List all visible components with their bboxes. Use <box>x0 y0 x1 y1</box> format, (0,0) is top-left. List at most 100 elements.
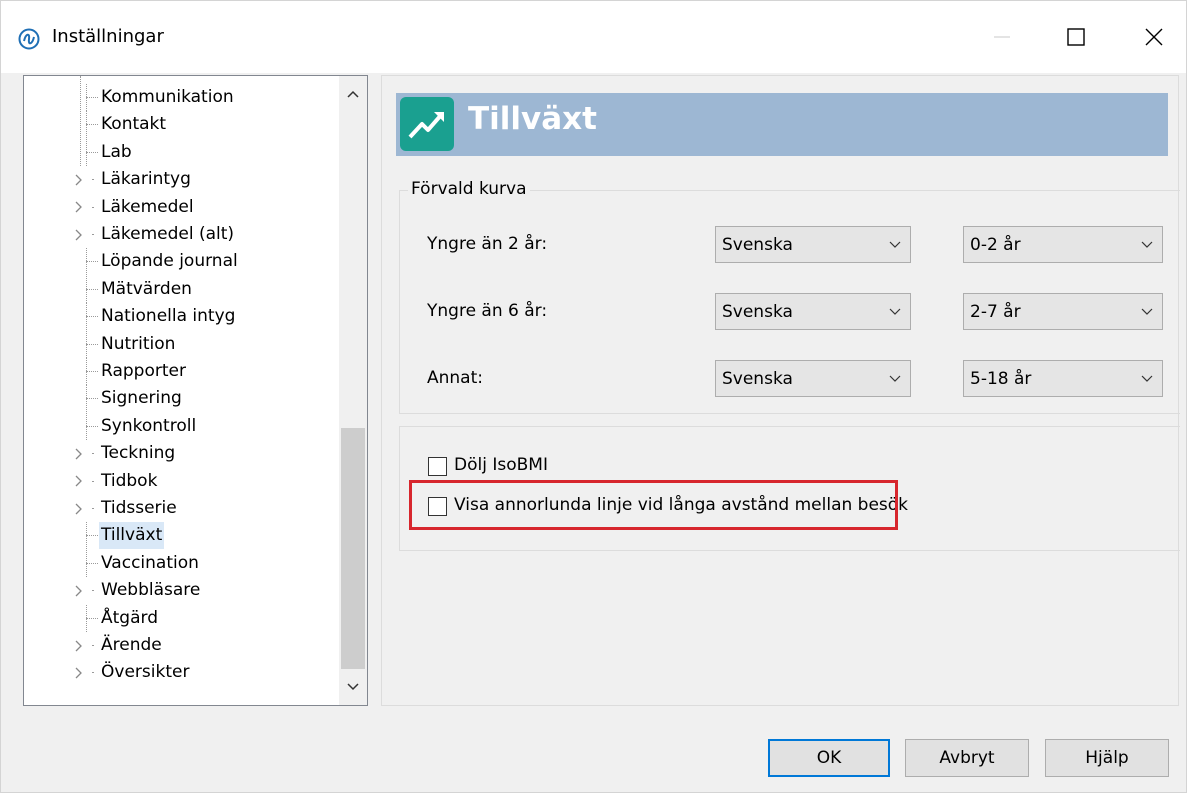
tree-connector <box>92 453 94 455</box>
window-title: Inställningar <box>52 26 164 47</box>
tree-item[interactable]: Nationella intyg <box>24 303 342 331</box>
chevron-right-icon[interactable] <box>73 577 85 604</box>
tree-item-label: Nutrition <box>101 333 176 354</box>
tree-item[interactable]: Läkemedel <box>24 194 342 221</box>
chevron-right-icon[interactable] <box>73 632 85 659</box>
app-logo-icon <box>18 28 40 50</box>
tree-item[interactable]: Kontakt <box>24 111 342 139</box>
reference-dropdown[interactable]: Svenska <box>715 360 911 397</box>
chevron-down-icon <box>889 308 901 315</box>
tree-connector <box>86 371 98 372</box>
close-icon <box>1145 28 1163 46</box>
group-title: Förvald kurva <box>408 179 530 199</box>
tree-connector <box>86 412 87 440</box>
tree-connector <box>86 425 98 427</box>
tree-item[interactable]: Tillväxt <box>24 522 342 550</box>
tree-item[interactable]: Webbläsare <box>24 577 342 604</box>
hide-isobmi-checkbox[interactable] <box>428 457 447 476</box>
tree-item[interactable]: Översikter <box>24 659 342 686</box>
curve-row-label: Annat: <box>427 368 483 388</box>
curve-row-label: Yngre än 6 år: <box>427 301 548 321</box>
tree-item-label: Signering <box>101 388 182 409</box>
tree-connector <box>86 261 98 263</box>
chevron-right-icon[interactable] <box>73 166 85 193</box>
dropdown-value: 5-18 år <box>970 369 1032 389</box>
chevron-right-icon[interactable] <box>73 659 85 686</box>
tree-item[interactable]: Åtgärd <box>24 604 342 632</box>
tree-item[interactable]: Ärende <box>24 632 342 659</box>
tree-item-label: Kontakt <box>101 114 167 135</box>
dropdown-value: Svenska <box>722 369 793 389</box>
tree-item[interactable]: Löpande journal <box>24 248 342 276</box>
age-range-dropdown[interactable]: 2-7 år <box>963 293 1163 330</box>
tree-item[interactable]: Läkarintyg <box>24 166 342 193</box>
tree-connector <box>86 275 87 303</box>
scroll-down-button[interactable] <box>339 669 367 705</box>
ok-button[interactable]: OK <box>768 739 890 777</box>
section-title: Tillväxt <box>468 101 597 137</box>
tree-item-label: Tidbok <box>101 470 158 491</box>
tree-item-label: Teckning <box>101 443 176 464</box>
help-button[interactable]: Hjälp <box>1045 739 1169 777</box>
chevron-right-icon[interactable] <box>73 440 85 467</box>
maximize-button[interactable] <box>1047 1 1105 73</box>
tree-connector <box>92 206 94 208</box>
tree-item[interactable]: Läkemedel (alt) <box>24 221 342 248</box>
scroll-thumb[interactable] <box>341 428 365 669</box>
tree-connector <box>92 590 94 592</box>
tree-item-label: Översikter <box>101 662 190 683</box>
curve-row-label: Yngre än 2 år: <box>427 234 548 254</box>
chevron-right-icon[interactable] <box>73 194 85 221</box>
tree-item-label: Synkontroll <box>101 415 197 436</box>
tree-connector <box>86 138 87 166</box>
tree-item[interactable]: Rapporter <box>24 358 342 385</box>
chevron-right-icon[interactable] <box>73 468 85 495</box>
tree-item[interactable]: Kommunikation <box>24 84 342 111</box>
tree-item[interactable]: Lab <box>24 138 342 166</box>
chevron-right-icon[interactable] <box>73 221 85 248</box>
tree-connector <box>86 248 87 276</box>
tree-connector <box>86 398 98 400</box>
tree-item[interactable]: Mätvärden <box>24 275 342 303</box>
tree-item[interactable]: Signering <box>24 385 342 413</box>
tree-connector <box>86 330 87 358</box>
tree-item-label: Löpande journal <box>101 251 238 272</box>
tree-item[interactable]: Nutrition <box>24 330 342 358</box>
tree-connector <box>92 480 94 482</box>
close-button[interactable] <box>1125 1 1183 73</box>
tree-item[interactable]: Teckning <box>24 440 342 467</box>
scroll-up-button[interactable] <box>339 76 367 112</box>
minimize-button[interactable] <box>973 1 1031 73</box>
tree-item-label: Läkemedel <box>101 196 194 217</box>
tree-connector <box>86 288 98 290</box>
tree-connector <box>92 645 94 646</box>
age-range-dropdown[interactable]: 5-18 år <box>963 360 1163 397</box>
tree-connector <box>86 151 98 153</box>
reference-dropdown[interactable]: Svenska <box>715 226 911 263</box>
tree-connector <box>86 562 98 564</box>
tree-connector <box>86 604 87 632</box>
age-range-dropdown[interactable]: 0-2 år <box>963 226 1163 263</box>
tree-item-label: Åtgärd <box>101 607 158 628</box>
tree-item-label: Webbläsare <box>101 580 201 601</box>
dropdown-value: Svenska <box>722 235 793 255</box>
chevron-down-icon <box>889 241 901 248</box>
tree-item[interactable]: Vaccination <box>24 549 342 577</box>
tree-item-label: Lab <box>101 141 132 162</box>
tree-connector <box>86 358 87 385</box>
tree-scrollbar[interactable] <box>339 76 367 705</box>
tree-connector <box>86 535 98 537</box>
tree-connector <box>86 617 98 619</box>
cancel-button[interactable]: Avbryt <box>905 739 1029 777</box>
tree-item[interactable]: Synkontroll <box>24 412 342 440</box>
settings-content-panel: Tillväxt Förvald kurva Yngre än 2 år: Sve… <box>381 75 1180 706</box>
chevron-right-icon[interactable] <box>73 495 85 522</box>
reference-dropdown[interactable]: Svenska <box>715 293 911 330</box>
chevron-down-icon <box>1141 308 1153 315</box>
tree-connector <box>92 179 94 181</box>
tree-connector <box>86 522 87 550</box>
hide-isobmi-label: Dölj IsoBMI <box>454 455 548 475</box>
maximize-icon <box>1067 28 1085 46</box>
tree-item[interactable]: Tidbok <box>24 468 342 495</box>
tree-item[interactable]: Tidsserie <box>24 495 342 522</box>
